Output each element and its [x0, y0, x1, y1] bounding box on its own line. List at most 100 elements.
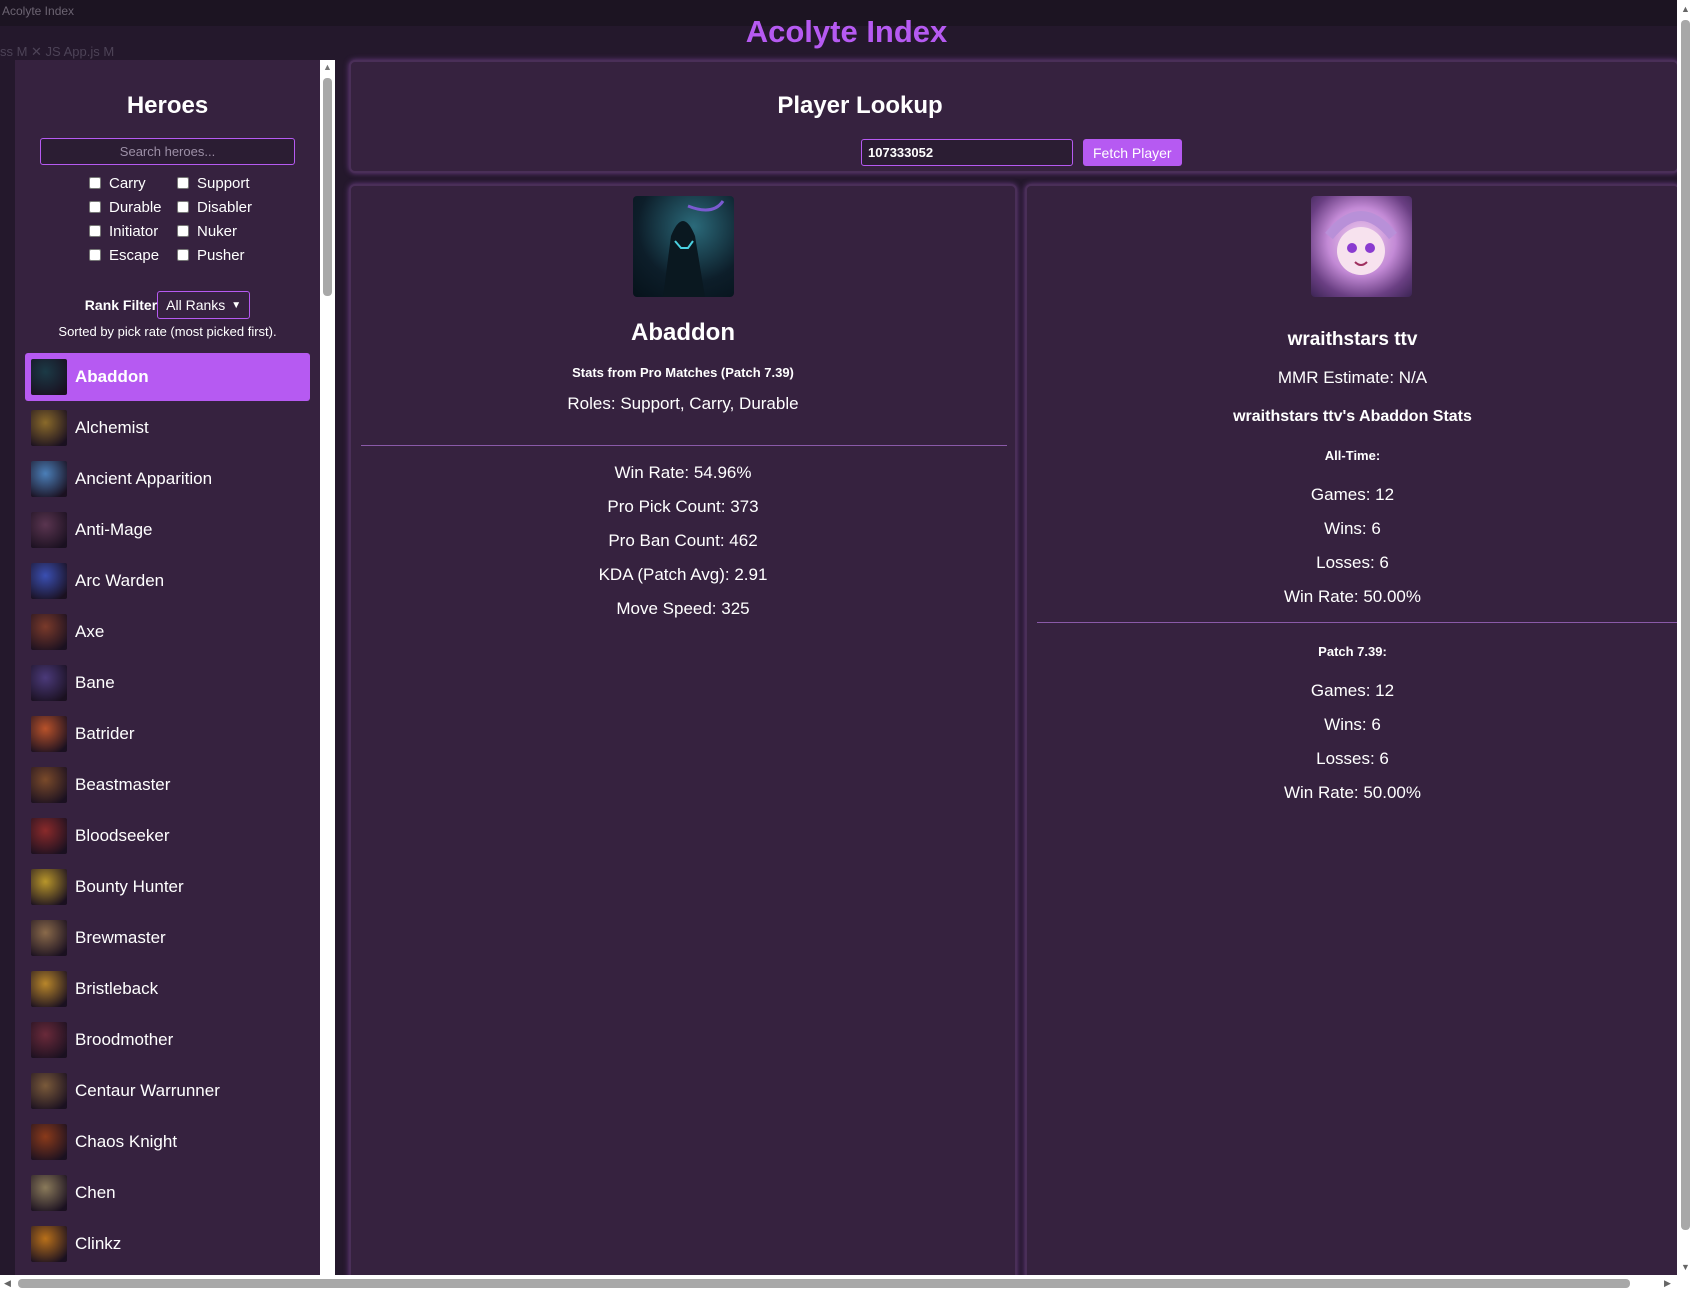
lookup-form: Fetch Player — [861, 139, 1182, 166]
hero-list-item-label: Batrider — [75, 724, 135, 743]
role-filter-initiator[interactable]: Initiator — [89, 221, 177, 241]
player-hero-stats-heading: wraithstars ttv's Abaddon Stats — [1233, 408, 1472, 425]
player-id-input[interactable] — [861, 139, 1073, 166]
hero-icon — [31, 665, 67, 701]
checkbox[interactable] — [177, 249, 189, 261]
rank-filter-row: Rank Filter All Ranks ▼ — [15, 291, 320, 319]
role-filter-pusher[interactable]: Pusher — [177, 245, 277, 265]
sidebar-scrollbar[interactable]: ▲ — [320, 60, 335, 1275]
hero-stat-kda: KDA (Patch Avg): 2.91 — [598, 565, 768, 584]
hero-list-item[interactable]: Chen — [25, 1169, 310, 1217]
hero-icon — [31, 767, 67, 803]
hero-list-item[interactable]: Chaos Knight — [25, 1118, 310, 1166]
page-vertical-scrollbar[interactable]: ▲ ▼ — [1677, 0, 1693, 1275]
rank-filter-label: Rank Filter — [84, 297, 158, 313]
hero-list-item-label: Clinkz — [75, 1234, 122, 1253]
hero-icon — [31, 410, 67, 446]
hero-icon — [31, 512, 67, 548]
hero-detail-panel: Abaddon Stats from Pro Matches (Patch 7.… — [349, 184, 1017, 1284]
hero-icon — [31, 971, 67, 1007]
alltime-losses: Losses: 6 — [1316, 553, 1389, 572]
checkbox[interactable] — [89, 177, 101, 189]
scroll-up-icon[interactable]: ▲ — [1681, 4, 1690, 14]
hero-icon — [31, 1073, 67, 1109]
rank-filter-select[interactable]: All Ranks ▼ — [157, 291, 251, 319]
hero-list-item-label: Bane — [75, 673, 115, 692]
hero-list-item[interactable]: Batrider — [25, 710, 310, 758]
hero-list-item-label: Brewmaster — [75, 928, 166, 947]
hero-list-item[interactable]: Abaddon — [25, 353, 310, 401]
hero-stat-ban-count: Pro Ban Count: 462 — [608, 531, 758, 550]
page-horizontal-scroll-thumb[interactable] — [18, 1279, 1630, 1288]
checkbox[interactable] — [177, 177, 189, 189]
checkbox[interactable] — [177, 201, 189, 213]
hero-list-item[interactable]: Broodmother — [25, 1016, 310, 1064]
player-mmr: MMR Estimate: N/A — [1277, 368, 1428, 387]
checkbox[interactable] — [89, 201, 101, 213]
alltime-wins: Wins: 6 — [1324, 519, 1381, 538]
checkbox[interactable] — [89, 225, 101, 237]
hero-list-item-label: Bloodseeker — [75, 826, 170, 845]
scroll-down-icon[interactable]: ▼ — [1681, 1262, 1690, 1272]
hero-list-item-label: Ancient Apparition — [75, 469, 213, 488]
hero-icon — [31, 716, 67, 752]
hero-list-item[interactable]: Arc Warden — [25, 557, 310, 605]
chevron-down-icon: ▼ — [231, 299, 242, 311]
fetch-player-button[interactable]: Fetch Player — [1083, 139, 1182, 166]
hero-list-item-label: Centaur Warrunner — [75, 1081, 220, 1100]
hero-icon — [31, 920, 67, 956]
hero-list-item-label: Alchemist — [75, 418, 149, 437]
hero-list-item-label: Broodmother — [75, 1030, 174, 1049]
patch-win-rate: Win Rate: 50.00% — [1283, 783, 1421, 802]
alltime-win-rate: Win Rate: 50.00% — [1283, 587, 1421, 606]
hero-list-item[interactable]: Anti-Mage — [25, 506, 310, 554]
hero-list-item[interactable]: Bristleback — [25, 965, 310, 1013]
hero-list-item-label: Bounty Hunter — [75, 877, 184, 896]
player-detail-panel: wraithstars ttv MMR Estimate: N/A wraith… — [1025, 184, 1680, 1284]
hero-list-item[interactable]: Bounty Hunter — [25, 863, 310, 911]
hero-list-item[interactable]: Alchemist — [25, 404, 310, 452]
alltime-games: Games: 12 — [1310, 485, 1395, 504]
hero-list-item-label: Anti-Mage — [75, 520, 153, 539]
hero-search-input[interactable] — [40, 138, 295, 165]
hero-list-item[interactable]: Bane — [25, 659, 310, 707]
scroll-up-icon[interactable]: ▲ — [323, 62, 332, 72]
role-filter-support[interactable]: Support — [177, 173, 277, 193]
hero-stat-win-rate: Win Rate: 54.96% — [614, 463, 752, 482]
hero-list-item[interactable]: Centaur Warrunner — [25, 1067, 310, 1115]
scroll-right-icon[interactable]: ▶ — [1664, 1278, 1671, 1289]
role-filter-escape[interactable]: Escape — [89, 245, 177, 265]
hero-icon — [31, 1226, 67, 1262]
role-filter-nuker[interactable]: Nuker — [177, 221, 277, 241]
hero-list-item[interactable]: Clinkz — [25, 1220, 310, 1268]
hero-list-item[interactable]: Bloodseeker — [25, 812, 310, 860]
scroll-left-icon[interactable]: ◀ — [4, 1278, 11, 1289]
page-horizontal-scrollbar[interactable]: ◀ ▶ — [0, 1275, 1693, 1291]
role-filter-disabler[interactable]: Disabler — [177, 197, 277, 217]
hero-icon — [31, 1124, 67, 1160]
hero-list-item[interactable]: Brewmaster — [25, 914, 310, 962]
hero-roles: Roles: Support, Carry, Durable — [567, 394, 799, 413]
role-filter-durable[interactable]: Durable — [89, 197, 177, 217]
patch-wins: Wins: 6 — [1324, 715, 1381, 734]
player-name: wraithstars ttv — [1287, 329, 1418, 350]
page-vertical-scroll-thumb[interactable] — [1681, 20, 1690, 1230]
hero-list: Abaddon Alchemist Ancient Apparition Anti-M… — [25, 353, 310, 1271]
sidebar-heading: Heroes — [126, 92, 209, 119]
checkbox[interactable] — [177, 225, 189, 237]
hero-icon — [31, 1022, 67, 1058]
player-lookup-panel: Player Lookup Fetch Player — [349, 60, 1679, 173]
hero-icon — [31, 563, 67, 599]
divider — [361, 445, 1007, 446]
role-filter-carry[interactable]: Carry — [89, 173, 177, 193]
hero-list-item[interactable]: Ancient Apparition — [25, 455, 310, 503]
checkbox[interactable] — [89, 249, 101, 261]
hero-stats-source: Stats from Pro Matches (Patch 7.39) — [572, 365, 794, 380]
sidebar-scroll-thumb[interactable] — [323, 78, 332, 296]
hero-stat-pick-count: Pro Pick Count: 373 — [607, 497, 759, 516]
hero-name: Abaddon — [631, 319, 735, 346]
hero-list-item-label: Abaddon — [75, 367, 149, 386]
heroes-sidebar: Heroes Carry Support Durable Disabler In… — [15, 60, 320, 1275]
hero-list-item[interactable]: Axe — [25, 608, 310, 656]
hero-list-item[interactable]: Beastmaster — [25, 761, 310, 809]
